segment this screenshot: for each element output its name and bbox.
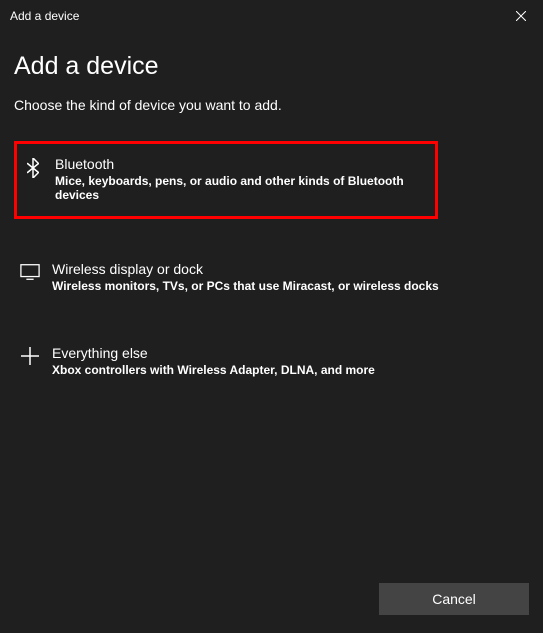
page-subheading: Choose the kind of device you want to ad… bbox=[14, 97, 529, 113]
option-desc: Wireless monitors, TVs, or PCs that use … bbox=[52, 279, 523, 293]
page-heading: Add a device bbox=[14, 52, 529, 81]
option-bluetooth[interactable]: Bluetooth Mice, keyboards, pens, or audi… bbox=[14, 141, 438, 219]
option-list: Bluetooth Mice, keyboards, pens, or audi… bbox=[14, 141, 529, 387]
option-desc: Xbox controllers with Wireless Adapter, … bbox=[52, 363, 523, 377]
close-button[interactable] bbox=[498, 0, 543, 32]
titlebar: Add a device bbox=[0, 0, 543, 32]
option-text: Everything else Xbox controllers with Wi… bbox=[52, 345, 523, 377]
option-text: Wireless display or dock Wireless monito… bbox=[52, 261, 523, 293]
option-wireless-display[interactable]: Wireless display or dock Wireless monito… bbox=[14, 253, 529, 303]
option-desc: Mice, keyboards, pens, or audio and othe… bbox=[55, 174, 429, 202]
option-title: Everything else bbox=[52, 345, 523, 361]
monitor-icon bbox=[20, 263, 40, 281]
close-icon bbox=[516, 11, 526, 21]
titlebar-title: Add a device bbox=[10, 9, 79, 23]
option-text: Bluetooth Mice, keyboards, pens, or audi… bbox=[55, 156, 429, 202]
plus-icon bbox=[20, 347, 40, 365]
option-title: Bluetooth bbox=[55, 156, 429, 172]
content: Add a device Choose the kind of device y… bbox=[0, 32, 543, 387]
option-everything-else[interactable]: Everything else Xbox controllers with Wi… bbox=[14, 337, 529, 387]
cancel-button[interactable]: Cancel bbox=[379, 583, 529, 615]
option-title: Wireless display or dock bbox=[52, 261, 523, 277]
footer: Cancel bbox=[379, 583, 529, 615]
bluetooth-icon bbox=[23, 158, 43, 178]
